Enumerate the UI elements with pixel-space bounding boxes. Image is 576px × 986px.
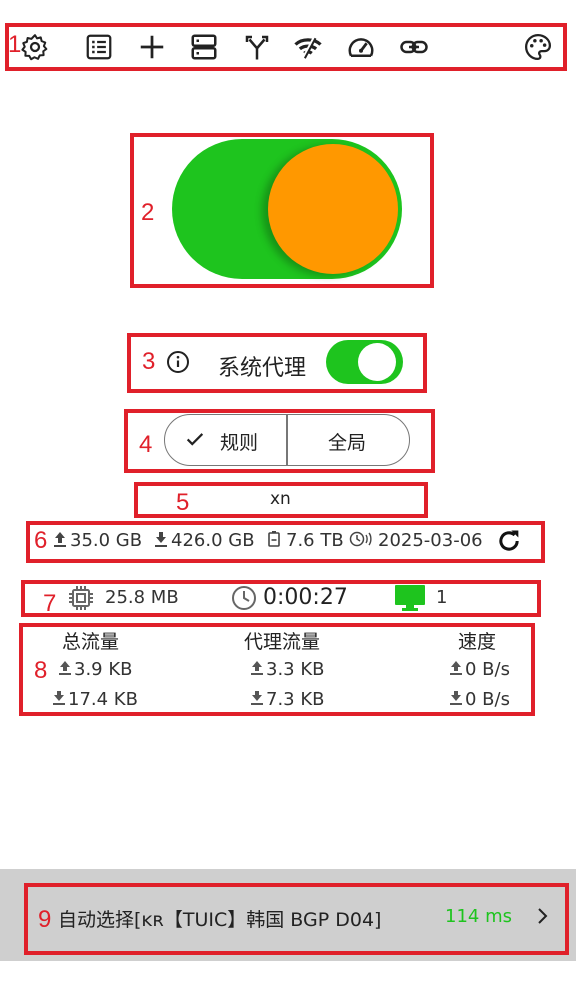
connection-count: 1 [436, 587, 448, 608]
server-icon[interactable] [189, 32, 219, 62]
main-proxy-toggle-knob[interactable] [268, 144, 398, 274]
download-icon [251, 691, 263, 705]
traffic-speed-up: 0 B/s [465, 659, 510, 680]
current-node-name[interactable]: 自动选择[ᴋʀ【TUIC】韩国 BGP D04] [58, 905, 381, 932]
check-icon [184, 428, 206, 450]
annotation-9: 9 [38, 906, 52, 933]
storage-icon [266, 530, 284, 548]
traffic-header-total: 总流量 [62, 631, 120, 653]
traffic-speed-down-cell: 0 B/s [449, 689, 510, 710]
network-icon[interactable] [293, 32, 323, 62]
download-icon [53, 691, 65, 705]
sub-upload: 35.0 GB [70, 530, 143, 551]
memory-chip-icon [67, 584, 95, 612]
annotation-6: 6 [34, 527, 48, 554]
traffic-total-down: 17.4 KB [68, 689, 138, 710]
clock-icon [231, 585, 257, 611]
annotation-3: 3 [142, 348, 156, 375]
annotation-2: 2 [141, 199, 155, 226]
traffic-header-speed: 速度 [458, 631, 497, 653]
list-icon[interactable] [84, 32, 114, 62]
traffic-proxy-down-cell: 7.3 KB [250, 689, 325, 710]
segment-divider [286, 414, 288, 466]
sub-download: 426.0 GB [171, 530, 255, 551]
info-icon[interactable] [166, 350, 190, 374]
chevron-right-icon[interactable] [536, 906, 550, 926]
upload-icon [450, 661, 462, 675]
upload-icon [52, 530, 70, 548]
upload-icon [59, 661, 71, 675]
traffic-total-up-cell: 3.9 KB [58, 659, 133, 680]
traffic-total-up: 3.9 KB [74, 659, 133, 680]
annotation-7: 7 [43, 590, 57, 617]
traffic-total-down-cell: 17.4 KB [52, 689, 138, 710]
merge-icon[interactable] [242, 32, 272, 62]
palette-icon[interactable] [523, 32, 553, 62]
link-icon[interactable] [399, 32, 429, 62]
sub-total: 7.6 TB [286, 530, 344, 551]
expire-clock-icon [349, 530, 375, 548]
refresh-icon[interactable] [495, 527, 523, 555]
mode-global-button[interactable]: 全局 [328, 428, 366, 455]
system-proxy-switch-knob[interactable] [358, 343, 396, 381]
traffic-proxy-down: 7.3 KB [266, 689, 325, 710]
node-latency: 114 ms [445, 906, 512, 927]
speedometer-icon[interactable] [346, 32, 376, 62]
mode-rule-button[interactable]: 规则 [220, 428, 258, 455]
upload-icon [251, 661, 263, 675]
uptime: 0:00:27 [263, 585, 348, 610]
sub-expire: 2025-03-06 [378, 530, 483, 551]
profile-name[interactable]: xn [270, 489, 291, 509]
monitor-icon [394, 584, 426, 612]
download-icon [450, 691, 462, 705]
traffic-proxy-up: 3.3 KB [266, 659, 325, 680]
traffic-speed-up-cell: 0 B/s [449, 659, 510, 680]
traffic-speed-down: 0 B/s [465, 689, 510, 710]
system-proxy-label: 系统代理 [218, 356, 307, 381]
traffic-proxy-up-cell: 3.3 KB [250, 659, 325, 680]
memory-usage: 25.8 MB [105, 587, 179, 608]
download-icon [153, 530, 171, 548]
annotation-4: 4 [139, 431, 153, 458]
annotation-8: 8 [34, 657, 48, 684]
add-icon[interactable] [137, 32, 167, 62]
settings-icon[interactable] [20, 32, 50, 62]
traffic-header-proxy: 代理流量 [244, 631, 321, 653]
annotation-5: 5 [176, 489, 190, 516]
